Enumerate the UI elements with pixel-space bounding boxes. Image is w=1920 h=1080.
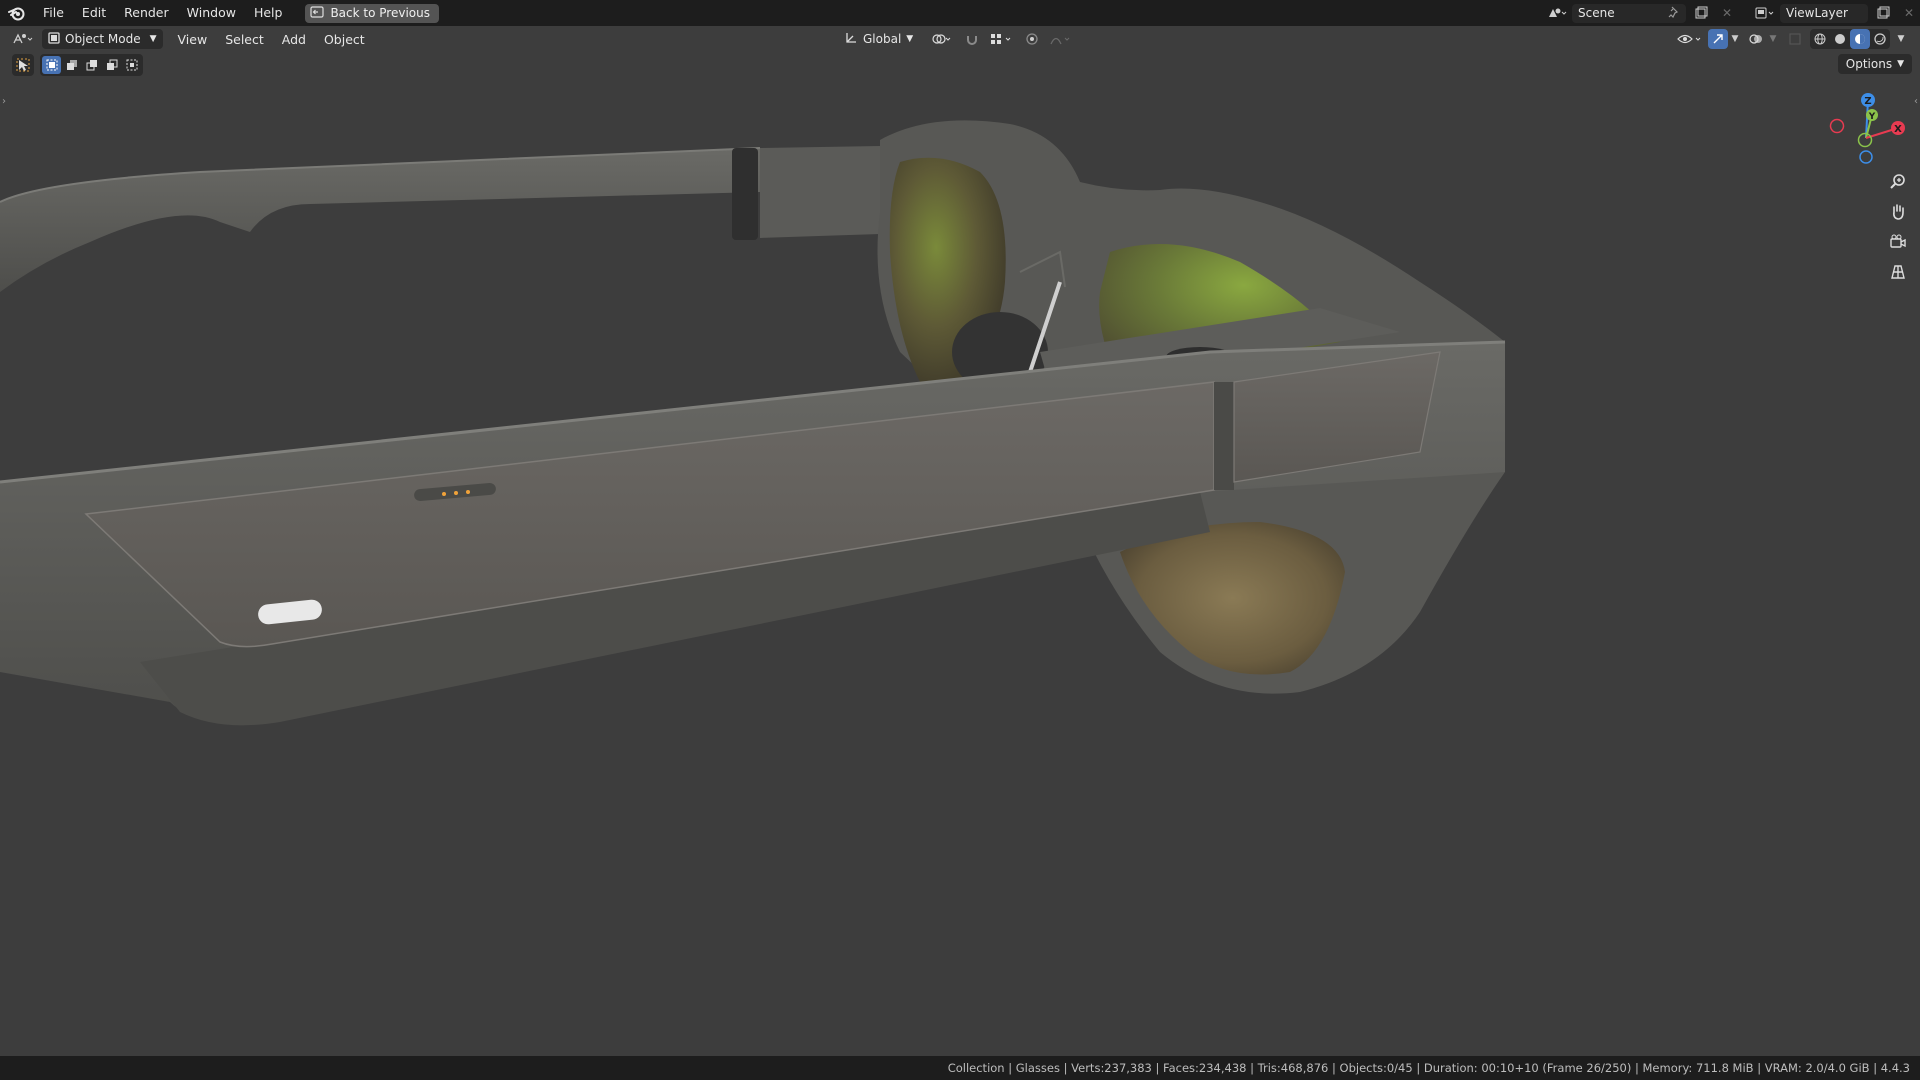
chevron-down-icon[interactable]: ▼ bbox=[1766, 29, 1780, 49]
menu-help[interactable]: Help bbox=[245, 0, 292, 26]
object-mode-dropdown[interactable]: Object Mode ▼ bbox=[42, 29, 163, 49]
shading-mode-selector bbox=[1810, 29, 1890, 49]
far-temple-arm bbox=[0, 146, 880, 292]
top-menu-bar: File Edit Render Window Help Back to Pre… bbox=[0, 0, 1920, 26]
xray-icon[interactable] bbox=[1784, 30, 1806, 49]
menu-select[interactable]: Select bbox=[216, 32, 273, 47]
orientation-icon bbox=[844, 31, 858, 48]
overlay-icon[interactable] bbox=[1746, 29, 1766, 49]
pivot-icon[interactable] bbox=[931, 30, 955, 49]
scene-name-field[interactable]: Scene bbox=[1572, 3, 1686, 23]
proportional-edit-icon[interactable] bbox=[1021, 30, 1043, 49]
chevron-down-icon: ▼ bbox=[149, 34, 157, 44]
overlay-toggle[interactable]: ▼ bbox=[1746, 29, 1780, 49]
object-mode-label: Object Mode bbox=[65, 32, 141, 46]
menu-render[interactable]: Render bbox=[115, 0, 178, 26]
new-scene-icon[interactable] bbox=[1690, 4, 1712, 23]
solid-shading-icon[interactable] bbox=[1830, 29, 1850, 49]
editor-type-icon[interactable] bbox=[12, 30, 36, 49]
menu-window[interactable]: Window bbox=[178, 0, 245, 26]
object-mode-icon bbox=[48, 31, 60, 47]
chevron-down-icon[interactable]: ▼ bbox=[1728, 29, 1742, 49]
neg-z-axis-handle bbox=[1859, 150, 1873, 164]
hand-icon[interactable] bbox=[1884, 198, 1912, 226]
toolbar-expand-arrow-icon[interactable]: › bbox=[2, 96, 6, 107]
shading-options-chevron-icon[interactable]: ▼ bbox=[1894, 30, 1908, 49]
menu-edit[interactable]: Edit bbox=[73, 0, 115, 26]
rendered-shading-icon[interactable] bbox=[1870, 29, 1890, 49]
neg-x-axis-handle bbox=[1829, 118, 1845, 134]
sidebar-expand-arrow-icon[interactable]: ‹ bbox=[1914, 96, 1918, 107]
delete-viewlayer-icon[interactable]: ✕ bbox=[1898, 4, 1920, 23]
viewlayer-name-value: ViewLayer bbox=[1786, 6, 1848, 20]
transform-tools: Global ▼ bbox=[838, 29, 1075, 49]
material-shading-icon[interactable] bbox=[1850, 29, 1870, 49]
scene-browse-icon[interactable] bbox=[1546, 4, 1568, 23]
delete-scene-icon[interactable]: ✕ bbox=[1716, 4, 1738, 23]
scene-name-value: Scene bbox=[1578, 6, 1615, 20]
wireframe-shading-icon[interactable] bbox=[1810, 29, 1830, 49]
snap-icon[interactable] bbox=[961, 30, 983, 49]
gizmo-icon[interactable] bbox=[1708, 29, 1728, 49]
snap-target-icon[interactable] bbox=[989, 30, 1015, 49]
transform-orientation-dropdown[interactable]: Global ▼ bbox=[838, 29, 919, 49]
new-viewlayer-icon[interactable] bbox=[1872, 4, 1894, 23]
y-axis-label: Y bbox=[1868, 112, 1876, 122]
menu-view[interactable]: View bbox=[169, 32, 217, 47]
zoom-icon[interactable] bbox=[1884, 168, 1912, 196]
falloff-icon[interactable] bbox=[1049, 30, 1075, 49]
pin-icon[interactable] bbox=[1668, 6, 1680, 21]
viewport-3d-scene[interactable] bbox=[0, 52, 1920, 1056]
grid-icon[interactable] bbox=[1884, 258, 1912, 286]
orientation-label: Global bbox=[863, 32, 902, 46]
navigation-gizmo[interactable]: Z Y X bbox=[1818, 86, 1914, 172]
menu-add[interactable]: Add bbox=[273, 32, 315, 47]
visibility-icon[interactable] bbox=[1676, 30, 1704, 49]
z-axis-label: Z bbox=[1864, 96, 1871, 107]
menu-object[interactable]: Object bbox=[315, 32, 374, 47]
status-bar: Collection | Glasses | Verts:237,383 | F… bbox=[0, 1056, 1920, 1080]
status-text: Collection | Glasses | Verts:237,383 | F… bbox=[947, 1061, 1910, 1075]
x-axis-label: X bbox=[1894, 124, 1902, 135]
chevron-down-icon: ▼ bbox=[906, 34, 914, 44]
viewport-header: Object Mode ▼ View Select Add Object Glo… bbox=[0, 26, 1920, 52]
menu-file[interactable]: File bbox=[34, 0, 73, 26]
neg-y-axis-handle bbox=[1857, 132, 1873, 148]
camera-icon[interactable] bbox=[1884, 228, 1912, 256]
viewlayer-browse-icon[interactable] bbox=[1754, 4, 1776, 23]
top-right-controls: Scene ✕ ViewLayer ✕ bbox=[1546, 0, 1920, 26]
back-to-previous-label: Back to Previous bbox=[330, 6, 430, 20]
viewport-display-tools: ▼ ▼ ▼ bbox=[1676, 29, 1908, 49]
viewlayer-name-field[interactable]: ViewLayer bbox=[1780, 3, 1868, 23]
back-to-previous-button[interactable]: Back to Previous bbox=[305, 3, 439, 23]
back-icon bbox=[310, 5, 325, 21]
blender-logo-icon[interactable] bbox=[0, 5, 34, 21]
gizmo-toggle[interactable]: ▼ bbox=[1708, 29, 1742, 49]
